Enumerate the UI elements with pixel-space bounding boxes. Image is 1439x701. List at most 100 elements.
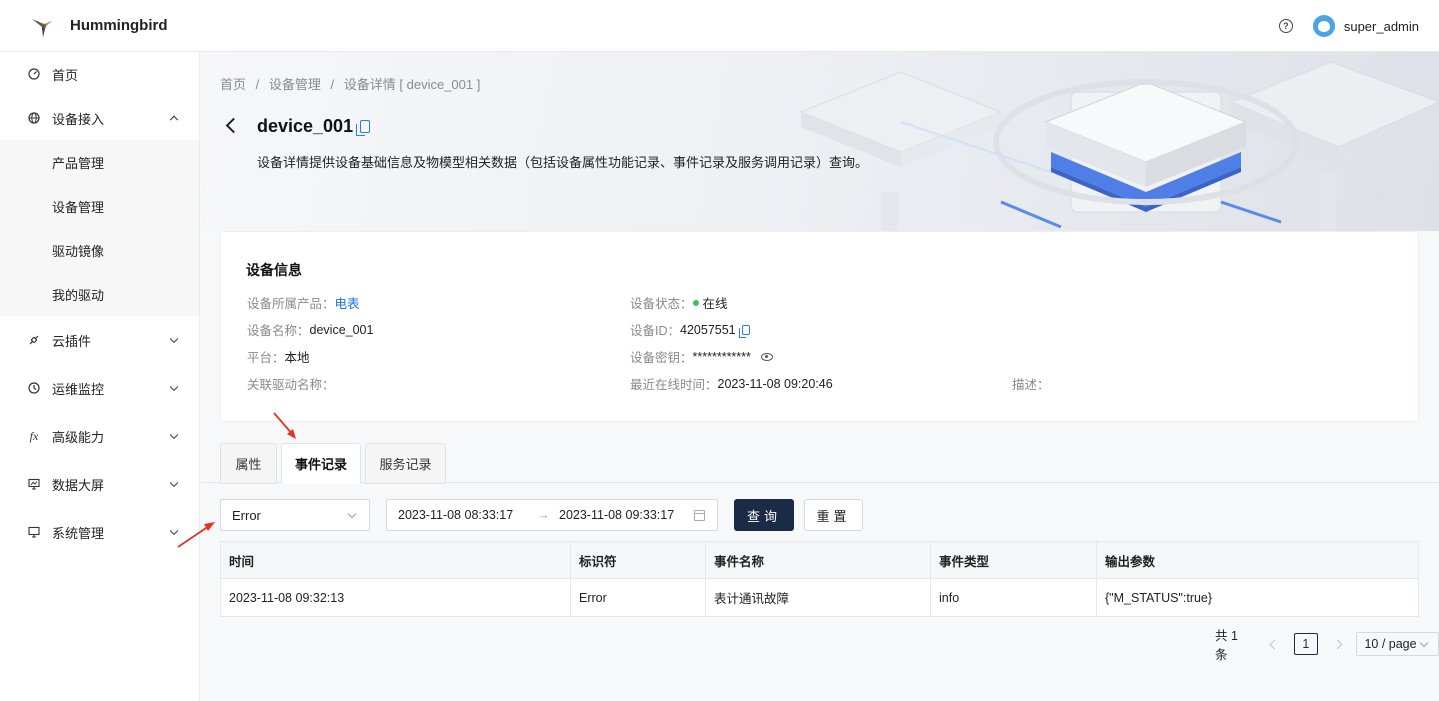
- sidebar-item-home[interactable]: 首页: [0, 52, 199, 96]
- sidebar-item-system[interactable]: 系统管理: [0, 508, 199, 556]
- event-select[interactable]: Error: [220, 499, 370, 531]
- field-description: 描述：: [1012, 374, 1050, 393]
- avatar[interactable]: [1312, 15, 1335, 37]
- tab-properties[interactable]: 属性: [220, 443, 277, 484]
- clock-icon: [28, 382, 40, 394]
- table-cell: info: [931, 579, 1097, 616]
- event-table: 时间 标识符 事件名称 事件类型 输出参数 2023-11-08 09:32:1…: [220, 541, 1419, 617]
- column-header: 时间: [221, 542, 571, 578]
- pagination: 共 1 条 1 10 / page: [1215, 629, 1439, 662]
- field-device-id: 设备ID： 42057551: [630, 320, 750, 339]
- chevron-left-icon[interactable]: [1269, 639, 1280, 649]
- chevron-down-icon: [1419, 638, 1429, 648]
- page-size-select[interactable]: 10 / page: [1356, 632, 1439, 656]
- sidebar-item-label: 首页: [52, 67, 79, 83]
- sidebar-item-device-management[interactable]: 设备管理: [0, 184, 199, 228]
- device-info-card: 设备信息 设备所属产品： 电表 设备名称： device_001 平台： 本地 …: [220, 231, 1419, 422]
- logo[interactable]: Hummingbird: [0, 0, 168, 52]
- column-header: 标识符: [571, 542, 706, 578]
- sidebar-item-product-management[interactable]: 产品管理: [0, 140, 199, 184]
- field-label: 关联驱动名称：: [247, 378, 335, 392]
- breadcrumb-separator: /: [255, 77, 260, 92]
- copy-icon[interactable]: [356, 120, 371, 136]
- back-arrow-icon[interactable]: [225, 117, 242, 134]
- table-cell: {"M_STATUS":true}: [1105, 590, 1213, 605]
- chevron-down-icon: [169, 334, 179, 344]
- field-secret: 设备密钥： ************: [630, 347, 773, 366]
- tab-bar: 属性 事件记录 服务记录: [201, 440, 1439, 484]
- table-header: 时间 标识符 事件名称 事件类型 输出参数: [221, 542, 1418, 579]
- reset-button[interactable]: 重置: [804, 499, 863, 531]
- sidebar-item-my-drivers[interactable]: 我的驱动: [0, 272, 199, 316]
- field-label: 最近在线时间：: [630, 378, 718, 392]
- sidebar-item-data-screen[interactable]: 数据大屏: [0, 460, 199, 508]
- table-cell: 表计通讯故障: [706, 579, 931, 616]
- globe-icon: [28, 112, 40, 124]
- chevron-down-icon: [169, 430, 179, 440]
- sidebar-item-device-access[interactable]: 设备接入: [0, 96, 199, 140]
- pagination-total: 共 1 条: [1215, 629, 1238, 662]
- start-time-input[interactable]: 2023-11-08 08:33:17: [398, 508, 513, 522]
- query-button[interactable]: 查询: [734, 499, 794, 531]
- copy-icon[interactable]: [738, 324, 750, 338]
- chevron-right-icon[interactable]: [1332, 639, 1342, 649]
- breadcrumb-device-management[interactable]: 设备管理: [269, 77, 321, 92]
- sidebar-item-cloud-plugin[interactable]: 云插件: [0, 316, 199, 364]
- annotation-arrow-icon: [177, 522, 215, 548]
- sidebar-item-label: 高级能力: [52, 429, 105, 445]
- sidebar-item-advanced[interactable]: fx 高级能力: [0, 412, 199, 460]
- breadcrumb-separator: /: [330, 77, 335, 92]
- page-title: device_001: [257, 116, 371, 137]
- device-name-title: device_001: [257, 116, 354, 136]
- page-size-value: 10 / page: [1364, 637, 1417, 651]
- sidebar-item-label: 云插件: [52, 333, 92, 349]
- submenu-device-access: 产品管理 设备管理 驱动镜像 我的驱动: [0, 140, 199, 316]
- range-arrow-icon: →: [537, 507, 550, 522]
- column-header: 输出参数: [1105, 554, 1156, 569]
- page-number[interactable]: 1: [1294, 633, 1318, 655]
- column-header: 事件类型: [931, 542, 1097, 578]
- table-row: 2023-11-08 09:32:13 Error 表计通讯故障 info {"…: [221, 579, 1418, 616]
- app-title: Hummingbird: [70, 17, 168, 34]
- sidebar-item-label: 设备管理: [52, 199, 105, 215]
- breadcrumb: 首页 / 设备管理 / 设备详情 [ device_001 ]: [220, 74, 486, 93]
- chevron-up-icon: [169, 115, 179, 125]
- calendar-icon: [694, 510, 705, 521]
- field-label: 描述：: [1012, 378, 1050, 392]
- chevron-down-icon: [347, 509, 357, 519]
- sidebar-item-driver-image[interactable]: 驱动镜像: [0, 228, 199, 272]
- username[interactable]: super_admin: [1344, 19, 1419, 34]
- product-link[interactable]: 电表: [335, 293, 360, 312]
- plugin-icon: [28, 334, 40, 346]
- field-product: 设备所属产品： 电表: [247, 293, 360, 312]
- monitor-chart-icon: [28, 478, 40, 490]
- page-description: 设备详情提供设备基础信息及物模型相关数据（包括设备属性功能记录、事件记录及服务调…: [257, 155, 869, 170]
- field-value: ************: [692, 349, 751, 364]
- status-dot-icon: [692, 299, 699, 306]
- tab-event-records[interactable]: 事件记录: [281, 443, 361, 484]
- card-title: 设备信息: [246, 262, 302, 278]
- field-device-name: 设备名称： device_001: [247, 320, 373, 339]
- help-icon[interactable]: ?: [1278, 19, 1293, 33]
- eye-icon[interactable]: [760, 352, 773, 361]
- field-label: 设备ID：: [630, 324, 681, 338]
- hummingbird-logo-icon: [32, 18, 52, 37]
- sidebar-item-label: 我的驱动: [52, 287, 105, 303]
- field-label: 设备所属产品：: [247, 297, 335, 311]
- banner-illustration: [799, 61, 1439, 231]
- field-last-online: 最近在线时间： 2023-11-08 09:20:46: [630, 374, 833, 393]
- breadcrumb-current: 设备详情 [ device_001 ]: [343, 77, 481, 92]
- breadcrumb-home[interactable]: 首页: [220, 77, 246, 92]
- field-label: 设备名称：: [247, 324, 310, 338]
- sidebar-item-label: 驱动镜像: [52, 243, 105, 259]
- sidebar-item-ops-monitor[interactable]: 运维监控: [0, 364, 199, 412]
- sidebar-item-label: 设备接入: [52, 111, 105, 127]
- end-time-input[interactable]: 2023-11-08 09:33:17: [559, 508, 674, 522]
- column-header: 事件名称: [706, 542, 931, 578]
- table-cell: 2023-11-08 09:32:13: [221, 579, 571, 616]
- tab-service-records[interactable]: 服务记录: [365, 443, 446, 484]
- annotation-arrow-icon: [273, 412, 296, 439]
- function-icon: fx: [29, 428, 39, 443]
- header-right: ? super_admin: [1278, 0, 1419, 52]
- date-range-picker[interactable]: 2023-11-08 08:33:17 → 2023-11-08 09:33:1…: [386, 499, 718, 531]
